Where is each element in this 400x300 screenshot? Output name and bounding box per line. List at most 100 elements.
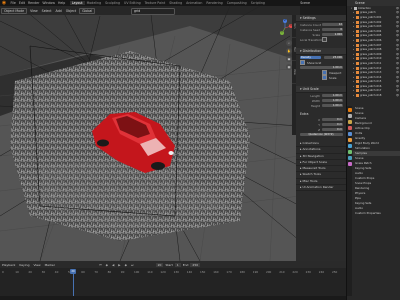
extra-z-field[interactable]: 0 m [322, 127, 343, 132]
tool-tab-icon[interactable] [347, 108, 352, 112]
y-axis-icon[interactable]: Y [280, 31, 284, 35]
tab-uv-editing[interactable]: UV Editing [122, 1, 143, 5]
visibility-eye-icon[interactable]: 👁 [396, 48, 399, 51]
visibility-eye-icon[interactable]: 👁 [396, 89, 399, 92]
menu-render[interactable]: Render [27, 1, 41, 5]
mode-selector[interactable]: Object Mode [1, 7, 28, 14]
visibility-eye-icon[interactable]: 👁 [396, 62, 399, 65]
material-tab-icon[interactable] [347, 162, 352, 166]
navigation-gizmo[interactable]: X Y Z [277, 19, 293, 36]
object-menu[interactable]: Object [64, 9, 78, 13]
length-field[interactable]: 1.00 m [322, 93, 343, 98]
tab-rendering[interactable]: Rendering [204, 1, 224, 5]
tab-modeling[interactable]: Modeling [85, 1, 104, 5]
menu-window[interactable]: Window [41, 1, 57, 5]
collapsed-panel-label: Collections [302, 141, 319, 145]
settings-panel-header[interactable]: ▾ Settings [296, 15, 346, 22]
scene-tab-icon[interactable] [347, 126, 352, 130]
properties-row[interactable]: Custom Properties [353, 211, 400, 216]
show-grid-checkbox[interactable] [300, 60, 305, 65]
marker-menu[interactable]: Marker [43, 263, 57, 267]
current-frame-field[interactable]: 20 [155, 262, 164, 267]
tab-texture-paint[interactable]: Texture Paint [143, 1, 168, 5]
world-tab-icon[interactable] [347, 132, 352, 136]
outliner-row-label: grass_patch.003 [360, 25, 382, 29]
tab-compositing[interactable]: Compositing [225, 1, 249, 5]
distribution-mode-dropdown[interactable]: Density [300, 55, 321, 60]
visibility-eye-icon[interactable]: 👁 [396, 25, 399, 28]
menu-help[interactable]: Help [56, 1, 66, 5]
extra-x-field[interactable]: 0 m [322, 117, 343, 122]
visibility-eye-icon[interactable]: 👁 [396, 71, 399, 74]
visibility-eye-icon[interactable]: 👁 [396, 94, 399, 97]
visibility-eye-icon[interactable]: 👁 [396, 53, 399, 56]
tab-scripting[interactable]: Scripting [249, 1, 267, 5]
3d-viewport[interactable]: Object Mode View Select Add Object Globa… [0, 6, 300, 261]
visibility-eye-icon[interactable]: 👁 [396, 44, 399, 47]
visibility-eye-icon[interactable]: 👁 [396, 85, 399, 88]
jump-start-icon[interactable]: ⏮ [97, 263, 104, 267]
properties-editor: Scene Scene Camera Background Active Clip Uni… [353, 106, 400, 216]
grid-size-field[interactable]: 1.00 m [300, 65, 343, 70]
outliner-row-label: grass_patch.015 [360, 80, 382, 84]
collapsed-panel[interactable]: ▸ UI Animation Render [296, 185, 346, 192]
width-field[interactable]: 1.00 m [322, 98, 343, 103]
right-column: Scene ▾ Collection 👁 ▸ grass_patch 👁 ▸ grass_pa… [346, 0, 400, 300]
outliner-row-label: grass_patch.018 [360, 94, 382, 98]
visibility-eye-icon[interactable]: 👁 [396, 57, 399, 60]
particles-tab-icon[interactable] [347, 150, 352, 154]
local-transform-checkbox[interactable] [322, 37, 327, 42]
physics-tab-icon[interactable] [347, 156, 352, 160]
object-tab-icon[interactable] [347, 138, 352, 142]
tab-shading[interactable]: Shading [167, 1, 184, 5]
visibility-eye-icon[interactable]: 👁 [396, 80, 399, 83]
menu-file[interactable]: File [9, 1, 17, 5]
distribution-value-field[interactable]: 25.000 [324, 55, 343, 60]
visibility-eye-icon[interactable]: 👁 [396, 76, 399, 79]
ruler-tick-label: 70 [94, 270, 98, 274]
orientation-selector[interactable]: Global [79, 7, 96, 14]
end-frame-field[interactable]: 250 [190, 262, 201, 267]
add-menu[interactable]: Add [54, 9, 64, 13]
sidebar-panel: ▾ Settings Instance Count 12 Instance See… [296, 15, 346, 261]
unit-scale-panel-header[interactable]: ▾ Unit Scale [296, 86, 346, 93]
outliner-row[interactable]: ▸ grass_patch.018 👁 [347, 93, 400, 98]
viewport-search-field[interactable]: grid [131, 8, 175, 15]
extra-y-field[interactable]: 0 m [322, 122, 343, 127]
tab-sculpting[interactable]: Sculpting [103, 1, 122, 5]
menu-edit[interactable]: Edit [17, 1, 26, 5]
output-tab-icon[interactable] [347, 120, 352, 124]
select-menu[interactable]: Select [40, 9, 54, 13]
visibility-eye-icon[interactable]: 👁 [396, 39, 399, 42]
timeline[interactable]: Playback Keying View Marker ⏮ ◆ ◀ ▶ ◆ ⏭ … [0, 261, 346, 300]
outliner-row-label: grass_patch [360, 11, 376, 15]
visibility-eye-icon[interactable]: 👁 [396, 30, 399, 33]
collapsed-panel-label: Misc Tools [302, 178, 318, 183]
view-menu[interactable]: View [31, 263, 42, 267]
visibility-eye-icon[interactable]: 👁 [396, 7, 399, 10]
visibility-eye-icon[interactable]: 👁 [396, 11, 399, 14]
car-wheel-rear [97, 139, 109, 147]
visibility-eye-icon[interactable]: 👁 [396, 67, 399, 70]
keying-menu[interactable]: Keying [17, 263, 31, 267]
scale-field[interactable]: 1.000 [322, 32, 343, 37]
visibility-eye-icon[interactable]: 👁 [396, 16, 399, 19]
instance-seed-field[interactable]: 0 [322, 27, 343, 32]
distribution-panel-header[interactable]: ▾ Distribution [296, 48, 346, 55]
height-field[interactable]: 1.00 m [322, 103, 343, 108]
scene-selector[interactable]: Scene [300, 0, 310, 6]
view-menu[interactable]: View [28, 9, 40, 13]
scale-checkbox[interactable] [322, 75, 327, 80]
tab-animation[interactable]: Animation [184, 1, 204, 5]
jump-end-icon[interactable]: ⏭ [129, 263, 136, 267]
z-axis-icon[interactable]: Z [283, 19, 287, 23]
visibility-eye-icon[interactable]: 👁 [396, 34, 399, 37]
render-tab-icon[interactable] [347, 114, 352, 118]
scene-render [0, 6, 300, 261]
modifier-tab-icon[interactable] [347, 144, 352, 148]
rotation-mode-dropdown[interactable]: Quaternion (WXYZ) [300, 132, 343, 137]
tab-layout[interactable]: Layout [69, 1, 85, 5]
visibility-eye-icon[interactable]: 👁 [396, 21, 399, 24]
instance-count-field[interactable]: 12 [322, 22, 343, 27]
playback-menu[interactable]: Playback [0, 263, 17, 267]
